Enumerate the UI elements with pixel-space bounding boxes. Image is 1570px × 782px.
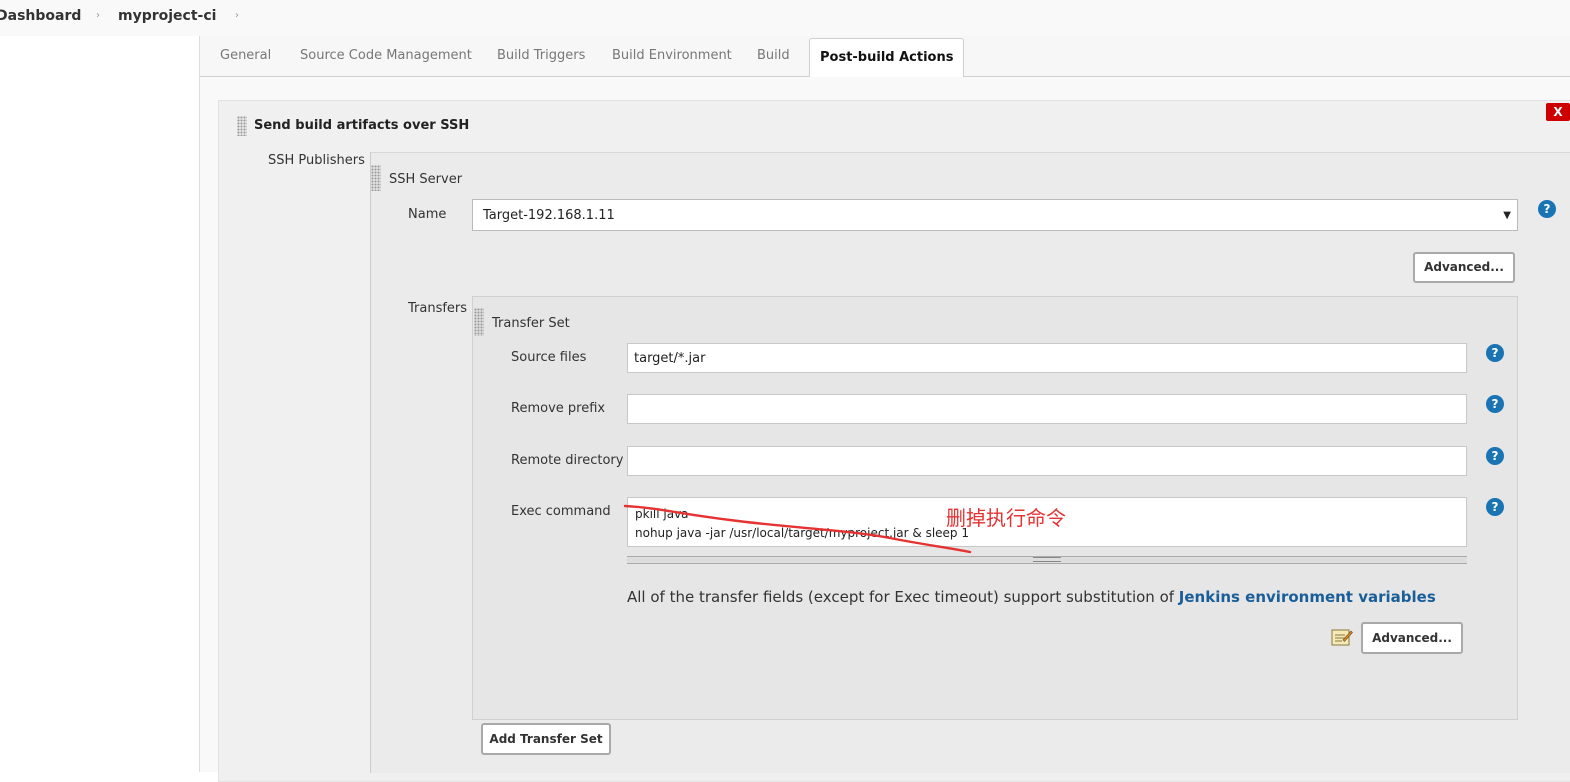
left-sidebar <box>0 36 200 772</box>
help-icon[interactable]: ? <box>1538 200 1556 218</box>
tab-post-build-actions[interactable]: Post-build Actions <box>809 38 965 78</box>
remote-directory-label: Remote directory <box>511 453 624 468</box>
ssh-advanced-button[interactable]: Advanced... <box>1413 252 1515 283</box>
breadcrumb: Dashboard › myproject-ci › <box>0 0 1570 36</box>
strikethrough-annotation <box>623 504 972 554</box>
add-transfer-set-button[interactable]: Add Transfer Set <box>481 723 611 755</box>
env-variables-text: All of the transfer fields (except for E… <box>627 588 1179 606</box>
section-title: Send build artifacts over SSH <box>254 118 470 133</box>
transfer-set-label: Transfer Set <box>492 316 570 331</box>
exec-command-label: Exec command <box>511 504 611 519</box>
resize-grip-icon <box>1033 557 1061 562</box>
help-icon[interactable]: ? <box>1486 498 1504 516</box>
breadcrumb-project[interactable]: myproject-ci <box>118 8 216 24</box>
remove-prefix-input[interactable] <box>627 394 1467 424</box>
notepad-icon[interactable] <box>1331 627 1353 647</box>
tab-build-triggers[interactable]: Build Triggers <box>497 36 585 75</box>
tab-general[interactable]: General <box>220 36 271 75</box>
name-label: Name <box>408 207 447 222</box>
tab-build-environment[interactable]: Build Environment <box>612 36 732 75</box>
annotation-text: 删掉执行命令 <box>946 506 1066 530</box>
ssh-server-label: SSH Server <box>389 172 463 187</box>
tab-source-code-management[interactable]: Source Code Management <box>300 36 472 75</box>
ssh-server-name-select[interactable]: Target-192.168.1.11 ▼ <box>472 199 1518 231</box>
help-icon[interactable]: ? <box>1486 447 1504 465</box>
help-icon[interactable]: ? <box>1486 344 1504 362</box>
remove-prefix-label: Remove prefix <box>511 401 606 416</box>
ssh-publishers-label: SSH Publishers <box>268 153 365 168</box>
remote-directory-input[interactable] <box>627 446 1467 476</box>
transfer-advanced-button[interactable]: Advanced... <box>1361 622 1463 654</box>
source-files-label: Source files <box>511 350 587 365</box>
breadcrumb-separator-icon[interactable]: › <box>96 10 100 21</box>
chevron-down-icon: ▼ <box>1503 210 1511 221</box>
transfers-label: Transfers <box>408 301 468 316</box>
source-files-input[interactable]: target/*.jar <box>627 343 1467 373</box>
delete-button[interactable]: X <box>1546 103 1570 121</box>
breadcrumb-separator-icon[interactable]: › <box>235 10 239 21</box>
drag-handle-icon[interactable] <box>474 308 484 336</box>
breadcrumb-dashboard[interactable]: Dashboard <box>0 8 81 24</box>
help-icon[interactable]: ? <box>1486 395 1504 413</box>
env-variables-note: All of the transfer fields (except for E… <box>627 588 1436 606</box>
tab-build[interactable]: Build <box>757 36 790 75</box>
config-tabs: General Source Code Management Build Tri… <box>200 36 1570 78</box>
drag-handle-icon[interactable] <box>237 116 247 136</box>
drag-handle-icon[interactable] <box>371 165 381 191</box>
env-variables-link[interactable]: Jenkins environment variables <box>1179 588 1436 606</box>
ssh-server-name-value: Target-192.168.1.11 <box>483 208 615 223</box>
